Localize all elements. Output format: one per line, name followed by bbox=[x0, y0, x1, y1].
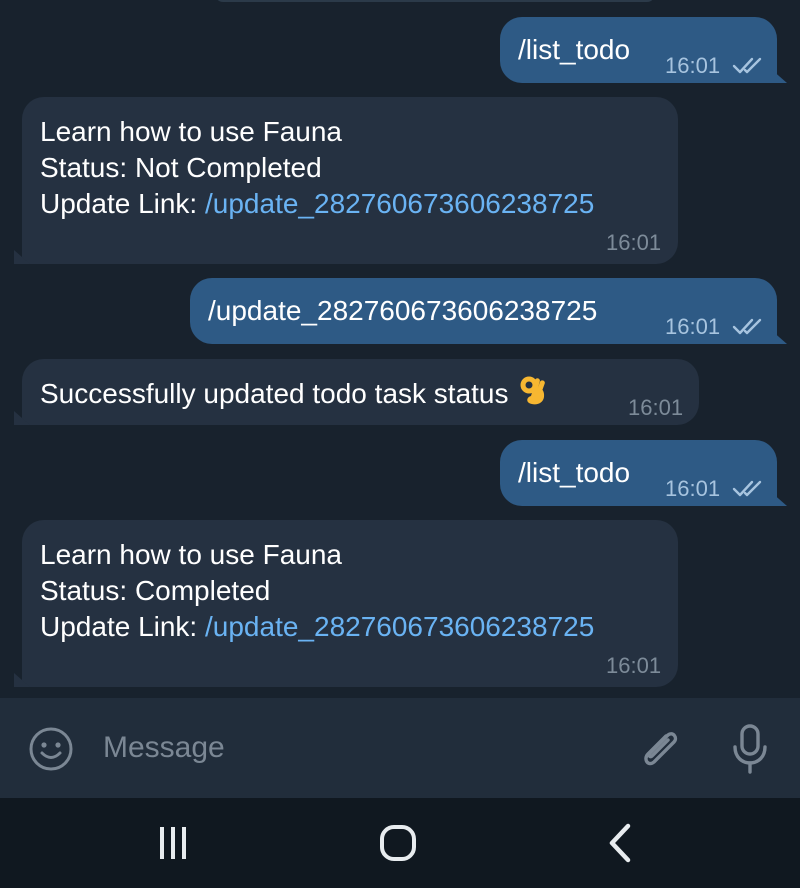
bubble-tail bbox=[771, 492, 787, 506]
paperclip-icon[interactable] bbox=[636, 724, 684, 774]
todo-title: Learn how to use Fauna bbox=[40, 539, 342, 570]
message-text: Successfully updated todo task status bbox=[40, 378, 509, 409]
back-icon[interactable] bbox=[606, 822, 636, 864]
message-time: 16:01 bbox=[606, 230, 662, 255]
update-link[interactable]: /update_282760673606238725 bbox=[205, 611, 594, 642]
bubble-tail bbox=[14, 411, 30, 425]
todo-status: Status: Completed bbox=[40, 575, 271, 606]
message-time: 16:01 bbox=[606, 653, 662, 678]
update-link[interactable]: /update_282760673606238725 bbox=[205, 188, 594, 219]
todo-status: Status: Not Completed bbox=[40, 152, 322, 183]
message-bubble-incoming[interactable]: Learn how to use Fauna Status: Completed… bbox=[14, 520, 678, 687]
read-check-icon bbox=[732, 480, 762, 497]
message-text: /list_todo bbox=[518, 34, 631, 65]
previous-message-edge bbox=[215, 0, 655, 2]
update-link-row: Update Link: /update_282760673606238725 bbox=[40, 610, 594, 644]
home-icon[interactable] bbox=[378, 823, 418, 863]
message-time: 16:01 bbox=[665, 314, 721, 339]
message-bubble-outgoing[interactable]: /update_282760673606238725 16:01 bbox=[190, 278, 787, 344]
bubble-tail bbox=[771, 330, 787, 344]
message-bubble-outgoing[interactable]: /list_todo 16:01 bbox=[500, 440, 787, 506]
microphone-icon[interactable] bbox=[728, 722, 772, 776]
bubble-tail bbox=[771, 69, 787, 83]
update-link-label: Update Link: bbox=[40, 611, 205, 642]
bubble-tail bbox=[14, 250, 30, 264]
message-bubble-incoming[interactable]: Successfully updated todo task status 16… bbox=[14, 359, 699, 425]
message-time: 16:01 bbox=[665, 476, 721, 501]
message-input[interactable]: Message bbox=[103, 731, 225, 765]
message-bubble-incoming[interactable]: Learn how to use Fauna Status: Not Compl… bbox=[14, 97, 678, 264]
read-check-icon bbox=[732, 57, 762, 74]
update-link-label: Update Link: bbox=[40, 188, 205, 219]
ok-hand-emoji-icon bbox=[520, 376, 545, 405]
message-text: /list_todo bbox=[518, 457, 631, 488]
message-time: 16:01 bbox=[665, 53, 721, 78]
todo-title: Learn how to use Fauna bbox=[40, 116, 342, 147]
chat-area[interactable]: /list_todo 16:01 Learn how to use Fauna … bbox=[0, 0, 800, 698]
recent-apps-icon[interactable] bbox=[156, 825, 190, 861]
message-row: Successfully updated todo task status bbox=[40, 375, 549, 411]
message-text: /update_282760673606238725 bbox=[208, 295, 598, 326]
update-link-row: Update Link: /update_282760673606238725 bbox=[40, 187, 594, 221]
smile-icon[interactable] bbox=[28, 726, 74, 772]
bubble-tail bbox=[14, 673, 30, 687]
message-time: 16:01 bbox=[628, 395, 684, 420]
read-check-icon bbox=[732, 318, 762, 335]
message-bubble-outgoing[interactable]: /list_todo 16:01 bbox=[500, 17, 787, 83]
